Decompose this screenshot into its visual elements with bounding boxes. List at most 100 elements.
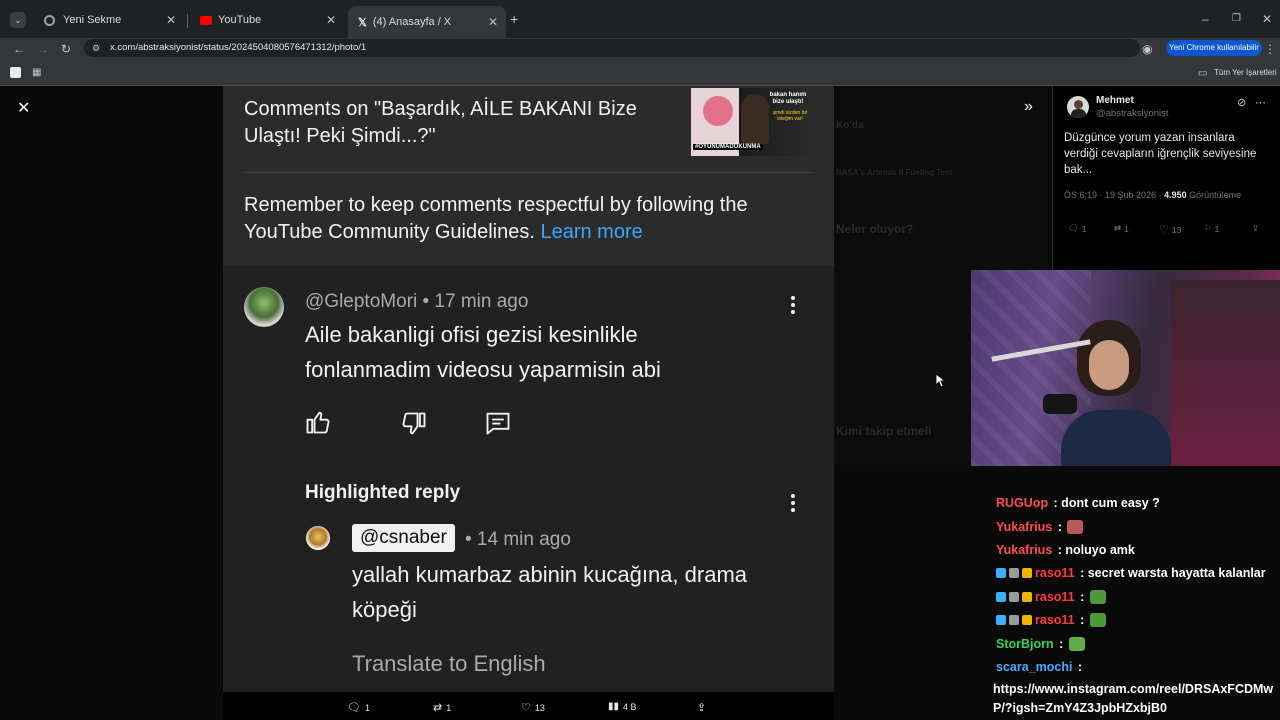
site-info-icon[interactable]: ⚙ xyxy=(92,39,100,57)
comment-time: • 17 min ago xyxy=(422,291,529,312)
tweet-author-name[interactable]: Mehmet xyxy=(1096,95,1134,106)
thumbnail-text-mid: şimdi sizden bir isteğim var! xyxy=(772,110,808,122)
chat-text: : noluyo amk xyxy=(1054,543,1135,557)
heart-icon: ♡ xyxy=(1159,224,1169,236)
tweet-like-action[interactable]: ♡ 13 xyxy=(1159,223,1181,236)
tweet-bookmark-action[interactable]: ⚐ 1 xyxy=(1204,223,1219,234)
chat-badge-icon xyxy=(1022,615,1032,625)
tab-search-icon[interactable]: ⌄ xyxy=(10,12,26,28)
tab-youtube[interactable]: YouTube ✕ xyxy=(190,8,344,32)
views-action[interactable]: ▮▮ 4 B xyxy=(608,701,637,712)
all-bookmarks[interactable]: Tüm Yer İşaretleri xyxy=(1214,68,1277,77)
chat-badge-icon xyxy=(996,592,1006,602)
reply-handle[interactable]: @csnaber xyxy=(352,524,455,552)
reply-menu-icon[interactable] xyxy=(790,494,796,516)
chrome-update-button[interactable]: Yeni Chrome kullanılabilir xyxy=(1166,40,1262,56)
back-icon[interactable]: ← xyxy=(13,42,25,56)
guidelines-notice: Remember to keep comments respectful by … xyxy=(244,192,814,246)
bookmark-icon: ⚐ xyxy=(1204,223,1212,233)
tab-yeni-sekme[interactable]: Yeni Sekme ✕ xyxy=(34,8,184,32)
app-icon[interactable] xyxy=(10,67,21,78)
avatar[interactable] xyxy=(244,287,284,327)
reload-icon[interactable]: ↻ xyxy=(61,42,71,56)
ghost-text: Ko'da xyxy=(836,120,864,131)
chat-text: : xyxy=(1074,660,1083,674)
like-action[interactable]: ♡ 13 xyxy=(521,701,545,714)
chat-username[interactable]: Yukafrius xyxy=(996,543,1052,557)
thumbnail-hashtag: #OYUNUMADOKUNMA xyxy=(693,144,763,150)
collapse-panel-icon[interactable]: » xyxy=(1024,98,1033,116)
new-tab-icon[interactable]: + xyxy=(510,12,518,26)
chat-text: : xyxy=(1055,637,1067,651)
tweet-like-count: 13 xyxy=(1171,224,1182,235)
tab-title: Yeni Sekme xyxy=(63,14,122,26)
chat-username[interactable]: raso11 xyxy=(1035,566,1075,580)
chat-message: Yukafrius : noluyo amk xyxy=(996,543,1135,557)
apps-grid-icon[interactable]: ▦ xyxy=(32,66,41,80)
webcam-face xyxy=(1089,340,1129,390)
restore-icon[interactable]: ❐ xyxy=(1232,12,1241,26)
like-icon[interactable] xyxy=(304,408,332,436)
tweet-share-action[interactable]: ⇪ xyxy=(1252,223,1259,234)
grok-icon[interactable]: ⊘ xyxy=(1237,96,1246,110)
tweet-repost-action[interactable]: ⇄ 1 xyxy=(1114,223,1129,234)
stream-chat: RUGUop : dont cum easy ? Yukafrius : Yuka… xyxy=(990,492,1280,720)
reply-text: yallah kumarbaz abinin kucağına, drama k… xyxy=(352,562,748,622)
repost-count: 1 xyxy=(446,702,452,713)
comment-menu-icon[interactable] xyxy=(790,296,796,318)
notice-text: Remember to keep comments respectful by … xyxy=(244,194,748,243)
reply-action[interactable]: 🗨 1 xyxy=(347,701,370,714)
forward-icon[interactable]: → xyxy=(37,42,49,56)
dislike-icon[interactable] xyxy=(400,410,428,438)
reply-count: 1 xyxy=(364,702,370,713)
close-viewer-icon[interactable]: ✕ xyxy=(17,98,30,118)
chat-username[interactable]: raso11 xyxy=(1035,613,1075,627)
address-bar[interactable]: ⚙ x.com/abstraksiyonist/status/202450408… xyxy=(84,39,1140,57)
chat-badge-icon xyxy=(996,568,1006,578)
analytics-icon: ▮▮ xyxy=(608,701,620,712)
tab-anasayfa-x[interactable]: 𝕏 (4) Anasayfa / X ✕ xyxy=(348,6,506,38)
repost-action[interactable]: ⇄ 1 xyxy=(433,701,451,714)
tab-title: YouTube xyxy=(218,14,262,26)
minimize-icon[interactable]: – xyxy=(1202,12,1209,26)
tab-close-icon[interactable]: ✕ xyxy=(326,13,336,27)
chat-link[interactable]: https://www.instagram.com/reel/DRSAxFCDM… xyxy=(993,680,1275,718)
chat-username[interactable]: scara_mochi xyxy=(996,660,1072,674)
views-count: 4 B xyxy=(623,701,637,712)
menu-icon[interactable]: ⋮ xyxy=(1264,42,1276,56)
tweet-reply-count: 1 xyxy=(1081,223,1087,234)
translate-button[interactable]: Translate to English xyxy=(352,651,546,677)
tweet-reply-action[interactable]: 🗨 1 xyxy=(1068,223,1087,234)
chat-username[interactable]: StorBjorn xyxy=(996,637,1054,651)
tab-title: (4) Anasayfa / X xyxy=(372,16,452,28)
tweet-time[interactable]: ÖS 6:19 · 19 Şub 2026 · xyxy=(1064,190,1164,200)
chat-username[interactable]: Yukafrius xyxy=(996,520,1052,534)
share-icon: ⇪ xyxy=(1252,223,1260,233)
ghost-text: Kimi takip etmeli xyxy=(836,424,932,438)
share-action[interactable]: ⇪ xyxy=(697,701,706,714)
chat-emote-icon xyxy=(1068,637,1085,651)
youtube-screenshot[interactable]: Comments on "Başardık, AİLE BAKANI Bize … xyxy=(223,86,834,692)
chat-badge-icon xyxy=(1022,568,1032,578)
tab-close-icon[interactable]: ✕ xyxy=(488,15,498,29)
comment-handle[interactable]: @GleptoMori xyxy=(305,291,417,312)
tab-separator xyxy=(187,14,188,28)
learn-more-link[interactable]: Learn more xyxy=(540,221,642,243)
profile-icon[interactable]: ◉ xyxy=(1142,42,1152,56)
reply-icon[interactable] xyxy=(484,409,512,437)
video-thumbnail[interactable]: bakan hanım bize ulaştı! şimdi sizden bi… xyxy=(691,88,811,156)
avatar[interactable] xyxy=(1067,96,1089,118)
more-icon[interactable]: ⋯ xyxy=(1255,96,1266,110)
chat-message: raso11 : xyxy=(996,590,1106,604)
tweet-views-label: Görüntüleme xyxy=(1186,190,1242,200)
tweet-meta: ÖS 6:19 · 19 Şub 2026 · 4.950 Görüntülem… xyxy=(1064,190,1241,200)
comment-author: @GleptoMori • 17 min ago xyxy=(305,291,528,313)
tweet-author-handle[interactable]: @abstraksiyonist xyxy=(1096,108,1168,119)
bookmarks-bar: ▦ ▭ Tüm Yer İşaretleri xyxy=(0,62,1280,86)
tab-close-icon[interactable]: ✕ xyxy=(166,13,176,27)
share-icon: ⇪ xyxy=(697,702,707,714)
chat-username[interactable]: raso11 xyxy=(1035,590,1075,604)
avatar[interactable] xyxy=(306,526,330,550)
close-window-icon[interactable]: ✕ xyxy=(1262,12,1272,26)
chat-username[interactable]: RUGUop xyxy=(996,496,1048,510)
